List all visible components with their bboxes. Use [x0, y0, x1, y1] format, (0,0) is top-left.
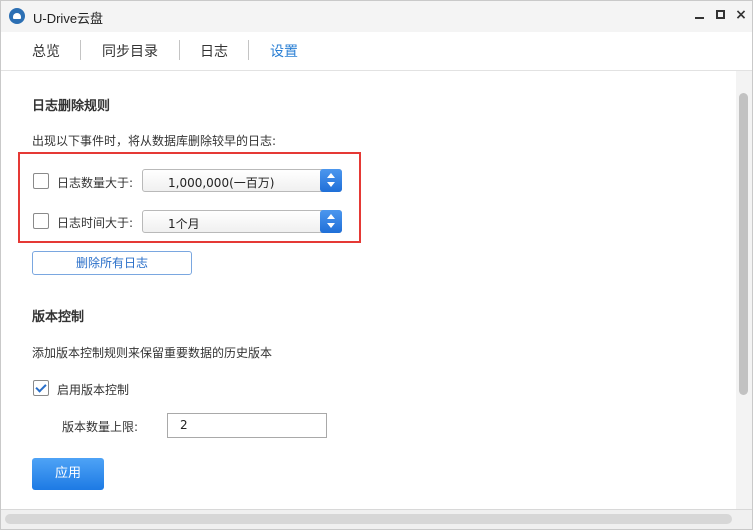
cloud-logo-icon: [9, 8, 25, 24]
delete-all-logs-button[interactable]: 删除所有日志: [32, 251, 192, 275]
version-limit-label: 版本数量上限:: [62, 420, 139, 434]
log-rules-title: 日志删除规则: [32, 99, 111, 114]
title-bar: U-Drive云盘 ×: [1, 1, 752, 32]
window-title: U-Drive云盘: [33, 11, 104, 26]
spinner-arrows-icon[interactable]: [320, 169, 342, 192]
settings-panel: 日志删除规则 出现以下事件时，将从数据库删除较早的日志: 日志数量大于: 1,0…: [1, 71, 736, 509]
tab-settings[interactable]: 设置: [270, 41, 298, 61]
close-button[interactable]: ×: [732, 6, 750, 24]
apply-button[interactable]: 应用: [32, 458, 104, 490]
enable-version-control-checkbox[interactable]: [33, 380, 49, 396]
horizontal-scrollbar[interactable]: [5, 514, 732, 524]
version-limit-input[interactable]: 2: [167, 413, 327, 438]
log-count-value: 1,000,000(一百万): [168, 176, 275, 190]
scrollbar-thumb[interactable]: [739, 93, 748, 395]
minimize-icon: [695, 17, 704, 19]
log-count-select[interactable]: 1,000,000(一百万): [142, 169, 342, 192]
maximize-button[interactable]: [712, 6, 730, 24]
vertical-scrollbar[interactable]: [736, 71, 752, 509]
app-window: U-Drive云盘 × 总览 同步目录 日志 设置 日志删除规则 出现以下事件时…: [0, 0, 753, 530]
log-time-select[interactable]: 1个月: [142, 210, 342, 233]
log-time-checkbox[interactable]: [33, 213, 49, 229]
tab-sync-folders[interactable]: 同步目录: [102, 41, 158, 61]
tab-divider: [179, 40, 180, 60]
tab-logs[interactable]: 日志: [200, 41, 228, 61]
checkmark-icon: [35, 381, 47, 393]
log-count-label: 日志数量大于:: [57, 176, 134, 190]
version-control-title: 版本控制: [32, 310, 85, 325]
minimize-button[interactable]: [691, 6, 709, 24]
version-control-description: 添加版本控制规则来保留重要数据的历史版本: [32, 346, 273, 360]
tab-bar: 总览 同步目录 日志 设置: [1, 32, 752, 71]
enable-version-control-label: 启用版本控制: [57, 383, 130, 397]
maximize-icon: [716, 10, 725, 19]
tab-divider: [80, 40, 81, 60]
log-rules-description: 出现以下事件时，将从数据库删除较早的日志:: [32, 134, 277, 148]
log-time-label: 日志时间大于:: [57, 216, 134, 230]
bottom-bar: [1, 509, 752, 529]
log-time-value: 1个月: [168, 217, 200, 231]
spinner-arrows-icon[interactable]: [320, 210, 342, 233]
tab-divider: [248, 40, 249, 60]
tab-overview[interactable]: 总览: [32, 41, 60, 61]
log-count-checkbox[interactable]: [33, 173, 49, 189]
